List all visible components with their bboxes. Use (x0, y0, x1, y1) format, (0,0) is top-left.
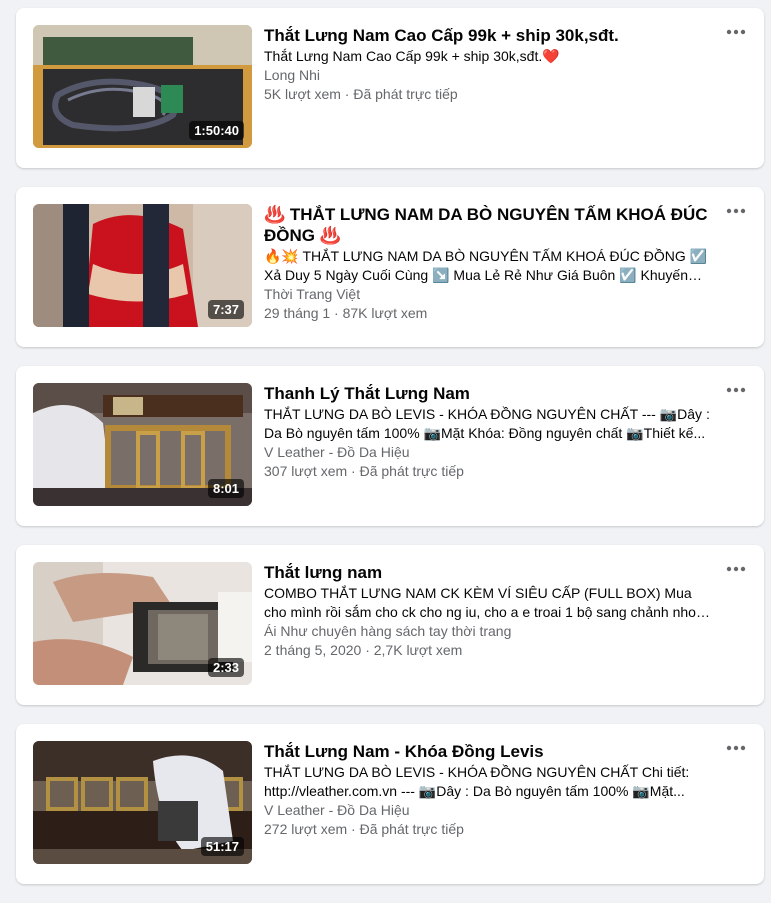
video-thumbnail[interactable]: 2:33 (33, 562, 252, 685)
video-title[interactable]: Thắt lưng nam (264, 562, 712, 583)
video-title[interactable]: Thanh Lý Thắt Lưng Nam (264, 383, 712, 404)
video-duration: 51:17 (200, 837, 244, 856)
more-horizontal-icon (726, 387, 746, 393)
video-info: Thắt lưng nam COMBO THẮT LƯNG NAM CK KÈM… (264, 562, 712, 660)
video-card[interactable]: 8:01 Thanh Lý Thắt Lưng Nam THẮT LƯNG DA… (16, 366, 764, 526)
more-horizontal-icon (726, 745, 746, 751)
video-meta: 2 tháng 5, 2020 · 2,7K lượt xem (264, 642, 463, 658)
video-title[interactable]: Thắt Lưng Nam Cao Cấp 99k + ship 30k,sđt… (264, 25, 712, 46)
video-thumbnail[interactable]: 51:17 (33, 741, 252, 864)
video-description: THẮT LƯNG DA BÒ LEVIS - KHÓA ĐỒNG NGUYÊN… (264, 764, 690, 799)
more-options-button[interactable] (722, 559, 750, 579)
video-card[interactable]: 2:33 Thắt lưng nam COMBO THẮT LƯNG NAM C… (16, 545, 764, 705)
video-results-feed: 1:50:40 Thắt Lưng Nam Cao Cấp 99k + ship… (16, 8, 764, 903)
more-options-button[interactable] (722, 380, 750, 400)
video-meta: 29 tháng 1 · 87K lượt xem (264, 305, 428, 321)
video-thumbnail[interactable]: 8:01 (33, 383, 252, 506)
video-info: Thắt Lưng Nam - Khóa Đồng Levis THẮT LƯN… (264, 741, 712, 839)
more-options-button[interactable] (722, 201, 750, 221)
channel-name[interactable]: Thời Trang Việt (264, 285, 712, 304)
channel-name[interactable]: Ái Như chuyên hàng sách tay thời trang (264, 622, 712, 641)
video-thumbnail[interactable]: 1:50:40 (33, 25, 252, 148)
more-horizontal-icon (726, 566, 746, 572)
video-meta: 5K lượt xem · Đã phát trực tiếp (264, 86, 458, 102)
video-description: THẮT LƯNG DA BÒ LEVIS - KHÓA ĐỒNG NGUYÊN… (264, 406, 710, 441)
video-card[interactable]: 51:17 Thắt Lưng Nam - Khóa Đồng Levis TH… (16, 724, 764, 884)
video-card[interactable]: 7:37 ♨️ THẮT LƯNG NAM DA BÒ NGUYÊN TẤM K… (16, 187, 764, 347)
video-title[interactable]: Thắt Lưng Nam - Khóa Đồng Levis (264, 741, 712, 762)
video-title[interactable]: ♨️ THẮT LƯNG NAM DA BÒ NGUYÊN TẤM KHOÁ Đ… (264, 204, 712, 246)
more-options-button[interactable] (722, 22, 750, 42)
video-meta: 307 lượt xem · Đã phát trực tiếp (264, 463, 464, 479)
video-description: 🔥💥 THẮT LƯNG NAM DA BÒ NGUYÊN TẤM KHOÁ Đ… (264, 248, 708, 283)
channel-name[interactable]: Long Nhi (264, 66, 712, 85)
video-thumbnail[interactable]: 7:37 (33, 204, 252, 327)
video-info: ♨️ THẮT LƯNG NAM DA BÒ NGUYÊN TẤM KHOÁ Đ… (264, 204, 712, 323)
video-duration: 2:33 (207, 658, 244, 677)
video-description: Thắt Lưng Nam Cao Cấp 99k + ship 30k,sđt… (264, 48, 560, 64)
video-duration: 1:50:40 (189, 121, 244, 140)
video-meta: 272 lượt xem · Đã phát trực tiếp (264, 821, 464, 837)
video-duration: 8:01 (207, 479, 244, 498)
channel-name[interactable]: V Leather - Đồ Da Hiệu (264, 801, 712, 820)
more-horizontal-icon (726, 208, 746, 214)
video-info: Thắt Lưng Nam Cao Cấp 99k + ship 30k,sđt… (264, 25, 712, 104)
channel-name[interactable]: V Leather - Đồ Da Hiệu (264, 443, 712, 462)
video-description: COMBO THẮT LƯNG NAM CK KÈM VÍ SIÊU CẤP (… (264, 585, 704, 620)
more-horizontal-icon (726, 29, 746, 35)
more-options-button[interactable] (722, 738, 750, 758)
video-card[interactable]: 1:50:40 Thắt Lưng Nam Cao Cấp 99k + ship… (16, 8, 764, 168)
video-info: Thanh Lý Thắt Lưng Nam THẮT LƯNG DA BÒ L… (264, 383, 712, 481)
video-duration: 7:37 (207, 300, 244, 319)
